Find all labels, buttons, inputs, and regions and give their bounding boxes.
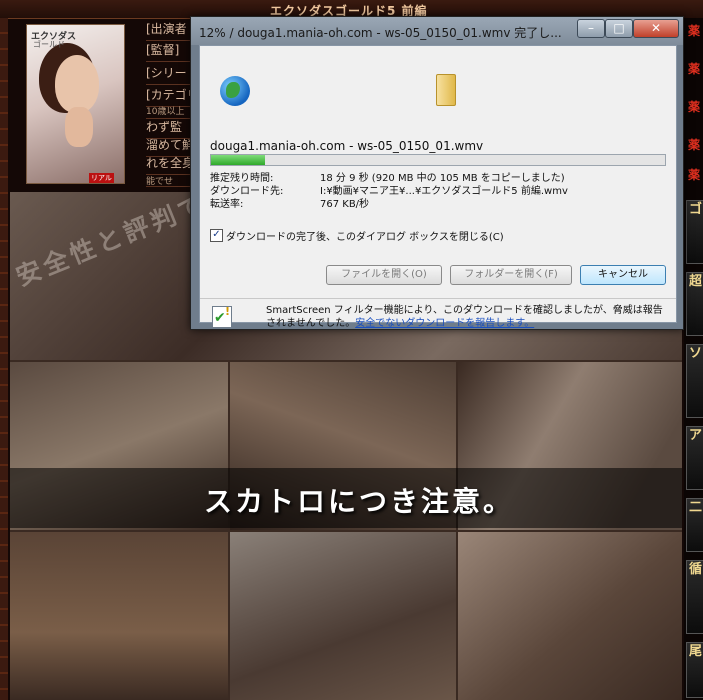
progress-fill (211, 155, 266, 165)
right-sidebar-link[interactable]: 薬 (688, 136, 703, 153)
open-file-button[interactable]: ファイルを開く(O) (326, 265, 442, 285)
download-file-name: douga1.mania-oh.com - ws-05_0150_01.wmv (210, 139, 484, 153)
right-sidebar-ad[interactable]: 二 (686, 498, 703, 552)
open-folder-button[interactable]: フォルダーを開く(F) (450, 265, 572, 285)
download-dialog[interactable]: 12% / douga1.mania-oh.com - ws-05_0150_0… (190, 16, 684, 330)
sample-photo[interactable] (458, 532, 682, 700)
folder-icon (436, 74, 456, 106)
cover-label: リアル (89, 173, 114, 183)
maximize-button[interactable]: □ (605, 19, 633, 38)
right-sidebar-ad[interactable]: 循 (686, 560, 703, 634)
minimize-button[interactable]: – (577, 19, 605, 38)
dvd-cover-image[interactable]: エクソダス ゴールド リアル (26, 24, 125, 184)
right-sidebar-ad[interactable]: 超 (686, 272, 703, 336)
close-on-complete-checkbox[interactable]: ✓ (210, 229, 223, 242)
cover-model-face (55, 55, 99, 113)
dialog-body: douga1.mania-oh.com - ws-05_0150_01.wmv … (199, 45, 677, 329)
close-button[interactable]: ✕ (633, 19, 679, 38)
cancel-button[interactable]: キャンセル (580, 265, 666, 285)
right-sidebar-link[interactable]: 薬 (688, 22, 703, 39)
left-decorative-strip (0, 18, 8, 700)
close-on-complete-label[interactable]: ダウンロードの完了後、このダイアログ ボックスを閉じる(C) (226, 228, 504, 243)
right-sidebar-ad[interactable]: ゴ (686, 200, 703, 264)
report-unsafe-download-link[interactable]: 安全でないダウンロードを報告します。 (355, 318, 534, 329)
smartscreen-shield-icon (212, 305, 232, 328)
dialog-title: 12% / douga1.mania-oh.com - ws-05_0150_0… (199, 26, 562, 40)
cover-subtitle: ゴールド (33, 40, 65, 49)
transfer-rate-value: 767 KB/秒 (320, 199, 370, 210)
right-sidebar-link[interactable]: 薬 (688, 98, 703, 115)
right-sidebar-ad[interactable]: ア (686, 426, 703, 490)
dialog-titlebar[interactable]: 12% / douga1.mania-oh.com - ws-05_0150_0… (191, 17, 683, 45)
right-sidebar-ad[interactable]: ソ (686, 344, 703, 418)
sample-photo[interactable] (230, 532, 456, 700)
right-sidebar-ad[interactable]: 尾 (686, 642, 703, 698)
smartscreen-message: SmartScreen フィルター機能により、このダウンロードを確認しましたが、… (266, 304, 666, 330)
right-sidebar-link[interactable]: 薬 (688, 60, 703, 77)
transfer-rate-label: 転送率: (210, 199, 244, 210)
right-sidebar-link[interactable]: 薬 (688, 166, 703, 183)
warning-text: スカトロにつき注意。 (204, 485, 515, 518)
sample-photo[interactable] (10, 532, 228, 700)
cover-model-hand (65, 107, 93, 147)
globe-icon (220, 76, 250, 106)
download-progress-bar (210, 154, 666, 166)
